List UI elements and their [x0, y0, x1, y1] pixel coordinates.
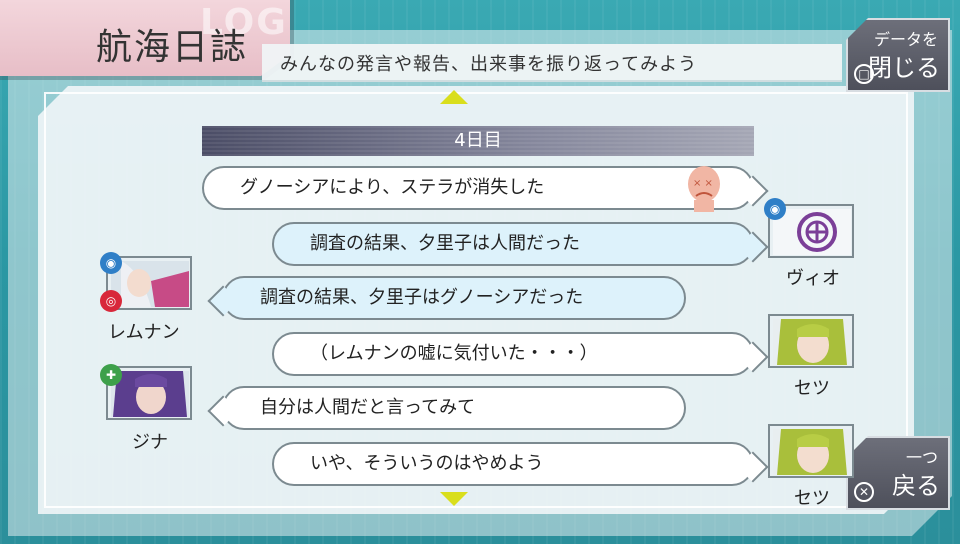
back-button-small-label: 一つ: [905, 448, 938, 467]
close-button-small-label: データを: [873, 30, 938, 49]
engineer-role-icon: ◉: [100, 252, 122, 274]
square-icon: □: [854, 64, 874, 84]
speaker-portrait-setsu: [768, 424, 854, 478]
page-subtitle: みんなの発言や報告、出来事を振り返ってみよう: [280, 54, 698, 75]
log-entry-bubble: 調査の結果、夕里子はグノーシアだった: [222, 276, 686, 320]
back-button[interactable]: 一つ 戻る ✕: [846, 436, 950, 510]
speaker-name: ヴィオ: [786, 268, 840, 289]
engineer-role-icon: ◉: [764, 198, 786, 220]
close-button-label: 閉じる: [868, 54, 940, 82]
scroll-up-arrow[interactable]: [440, 90, 468, 104]
log-entry-bubble: 自分は人間だと言ってみて: [222, 386, 686, 430]
scroll-down-arrow[interactable]: [440, 492, 468, 506]
day-header: 4日目: [202, 126, 754, 156]
speaker-name: セツ: [794, 378, 830, 399]
speaker-name: セツ: [794, 488, 830, 509]
back-button-label: 戻る: [892, 472, 940, 500]
doctor-role-icon: ✚: [100, 364, 122, 386]
log-entry-bubble: 調査の結果、夕里子は人間だった: [272, 222, 754, 266]
log-entry-bubble: いや、そういうのはやめよう: [272, 442, 754, 486]
vanished-face-icon: × ×: [688, 166, 720, 212]
page-title: 航海日誌: [96, 27, 249, 68]
speaker-name: ジナ: [132, 432, 168, 453]
cross-icon: ✕: [854, 482, 874, 502]
guardian-role-icon: ◎: [100, 290, 122, 312]
close-data-button[interactable]: データを 閉じる □: [846, 18, 950, 92]
speaker-name: レムナン: [108, 322, 180, 343]
log-entry-bubble: （レムナンの嘘に気付いた・・・）: [272, 332, 754, 376]
log-entry-bubble: グノーシアにより、ステラが消失した: [202, 166, 754, 210]
svg-text:× ×: × ×: [693, 178, 713, 189]
speaker-portrait-setsu: [768, 314, 854, 368]
